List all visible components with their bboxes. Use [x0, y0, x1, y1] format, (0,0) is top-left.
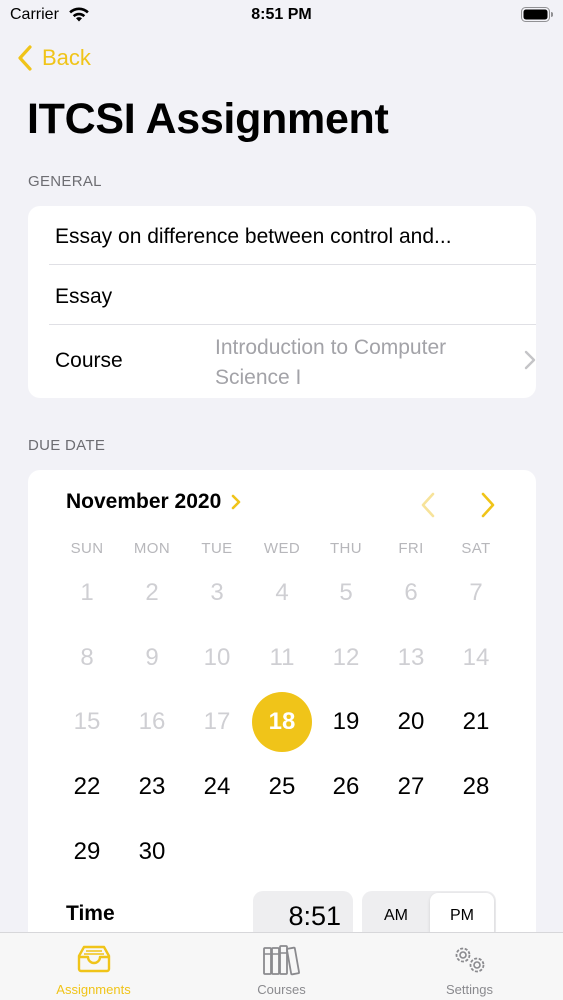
calendar-day: 4	[275, 579, 289, 606]
calendar-day[interactable]: 19	[316, 692, 376, 752]
status-time: 8:51 PM	[251, 6, 312, 23]
time-label: Time	[66, 902, 115, 925]
tab-assignments[interactable]: Assignments	[0, 933, 187, 1000]
tab-courses[interactable]: Courses	[188, 933, 375, 1000]
calendar-day: 5	[339, 579, 353, 606]
calendar-day[interactable]: 29	[57, 822, 117, 882]
tab-settings[interactable]: Settings	[376, 933, 563, 1000]
calendar-day[interactable]: 24	[187, 757, 247, 817]
gears-icon	[455, 947, 484, 973]
calendar-day: 3	[210, 579, 224, 606]
calendar-day[interactable]: 28	[446, 757, 506, 817]
chevron-left-icon	[18, 45, 32, 71]
calendar-days-grid: 1 2 3 4 5 6 7 8 9 10 11 12 13 14 15 16 17 18 19 20 21 22 23 24 2…	[28, 470, 536, 950]
assignment-type-value: Essay	[55, 285, 113, 308]
calendar-day[interactable]: 23	[122, 757, 182, 817]
general-section-header: GENERAL	[28, 173, 102, 190]
calendar-day[interactable]: 22	[57, 757, 117, 817]
calendar-day[interactable]: 21	[446, 692, 506, 752]
calendar-day: 14	[462, 644, 490, 671]
back-button[interactable]: Back	[16, 42, 91, 74]
calendar-day: 2	[145, 579, 159, 606]
calendar-day[interactable]: 20	[381, 692, 441, 752]
calendar-day[interactable]: 25	[252, 757, 312, 817]
calendar-day: 7	[469, 579, 483, 606]
calendar-day: 11	[269, 644, 295, 671]
calendar-day: 1	[80, 579, 94, 606]
tray-icon	[77, 945, 110, 973]
tab-label: Settings	[446, 982, 493, 997]
calendar-day[interactable]: 26	[316, 757, 376, 817]
books-icon	[262, 945, 300, 976]
time-value: 8:51	[288, 900, 341, 931]
status-bar: Carrier 8:51 PM	[0, 0, 563, 30]
calendar-day: 10	[203, 644, 231, 671]
calendar-day: 8	[80, 644, 94, 671]
assignment-type-field[interactable]: Essay	[55, 280, 536, 314]
calendar-day-selected[interactable]: 18	[252, 692, 312, 752]
calendar-day: 16	[138, 708, 166, 735]
due-date-section-header: DUE DATE	[28, 437, 106, 454]
assignment-title-field[interactable]: Essay on difference between control and.…	[55, 220, 536, 254]
course-label: Course	[55, 349, 123, 372]
battery-icon	[521, 7, 553, 22]
chevron-right-icon	[524, 350, 536, 370]
course-value: Introduction to Computer Science I	[215, 336, 447, 389]
back-label: Back	[42, 45, 91, 70]
calendar-day: 13	[397, 644, 425, 671]
calendar-card: November 2020 SUN MON TUE WED THU FRI SAT 1234…	[28, 470, 536, 950]
tab-bar: Assignments Courses Settings	[0, 932, 563, 1000]
calendar-day[interactable]: 30	[122, 822, 182, 882]
tab-label: Assignments	[56, 982, 131, 997]
calendar-day: 6	[404, 579, 418, 606]
page-title: ITCSI Assignment	[27, 95, 389, 143]
calendar-day: 15	[73, 708, 101, 735]
general-card: Essay on difference between control and.…	[28, 206, 536, 398]
tab-label: Courses	[257, 982, 306, 997]
assignment-title-value: Essay on difference between control and.…	[55, 225, 452, 248]
divider	[49, 264, 536, 265]
calendar-day[interactable]: 27	[381, 757, 441, 817]
calendar-day: 12	[332, 644, 360, 671]
calendar-day: 17	[203, 708, 231, 735]
calendar-day: 9	[145, 644, 159, 671]
